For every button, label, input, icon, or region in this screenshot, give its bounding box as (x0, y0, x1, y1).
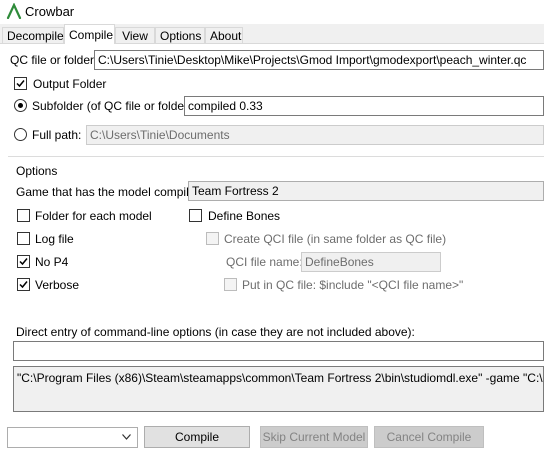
tab-decompile[interactable]: Decompile (2, 27, 64, 43)
log-file-checkbox[interactable] (17, 232, 30, 245)
folder-each-model-checkbox[interactable] (17, 209, 30, 222)
radio-dot-icon (18, 103, 23, 108)
skip-current-model-button[interactable]: Skip Current Model (260, 426, 368, 448)
create-qci-checkbox[interactable] (206, 232, 219, 245)
subfolder-radio[interactable] (14, 99, 27, 112)
output-folder-label: Output Folder (33, 77, 107, 91)
output-folder-checkbox[interactable] (14, 77, 27, 90)
checkmark-icon (19, 258, 28, 266)
tab-options[interactable]: Options (155, 27, 205, 43)
direct-entry-label: Direct entry of command-line options (in… (16, 325, 415, 339)
compile-button[interactable]: Compile (144, 426, 250, 448)
verbose-checkbox[interactable] (17, 278, 30, 291)
direct-entry-input[interactable] (13, 341, 544, 361)
create-qci-label: Create QCI file (in same folder as QC fi… (224, 232, 447, 246)
chevron-down-icon (122, 434, 131, 440)
subfolder-label: Subfolder (of QC file or folder): (32, 99, 196, 113)
checkmark-icon (16, 80, 25, 88)
define-bones-checkbox[interactable] (189, 209, 202, 222)
qc-file-input[interactable]: C:\Users\Tinie\Desktop\Mike\Projects\Gmo… (94, 50, 544, 70)
game-label: Game that has the model compiler: (16, 185, 203, 199)
game-select[interactable]: Team Fortress 2 (188, 181, 544, 201)
command-line-output: "C:\Program Files (x86)\Steam\steamapps\… (13, 366, 544, 412)
no-p4-label: No P4 (35, 255, 69, 269)
options-heading: Options (16, 164, 58, 178)
fullpath-radio[interactable] (14, 128, 27, 141)
window-title: Crowbar (25, 4, 75, 19)
checkmark-icon (19, 281, 28, 289)
fullpath-input[interactable]: C:\Users\Tinie\Documents (86, 125, 544, 145)
no-p4-checkbox[interactable] (17, 255, 30, 268)
put-in-qc-label: Put in QC file: $include "<QCI file name… (242, 278, 464, 292)
fullpath-label: Full path: (32, 128, 82, 142)
footer-dropdown[interactable] (7, 427, 138, 448)
tab-compile[interactable]: Compile (64, 24, 115, 44)
title-bar: Crowbar (0, 0, 544, 24)
log-file-label: Log file (35, 232, 74, 246)
define-bones-label: Define Bones (208, 209, 281, 223)
crowbar-logo-icon (6, 3, 22, 19)
qci-name-input[interactable]: DefineBones (301, 252, 441, 272)
tab-about[interactable]: About (205, 27, 243, 43)
tab-strip: Decompile Compile View Options About (0, 24, 544, 44)
verbose-label: Verbose (35, 278, 80, 292)
tab-view[interactable]: View (115, 27, 155, 43)
subfolder-input[interactable]: compiled 0.33 (184, 96, 544, 116)
divider (8, 156, 544, 157)
folder-each-model-label: Folder for each model (35, 209, 152, 223)
qc-file-label: QC file or folder: (10, 53, 98, 67)
cancel-compile-button[interactable]: Cancel Compile (374, 426, 484, 448)
qci-name-label: QCI file name: (226, 255, 303, 269)
put-in-qc-checkbox[interactable] (224, 278, 237, 291)
